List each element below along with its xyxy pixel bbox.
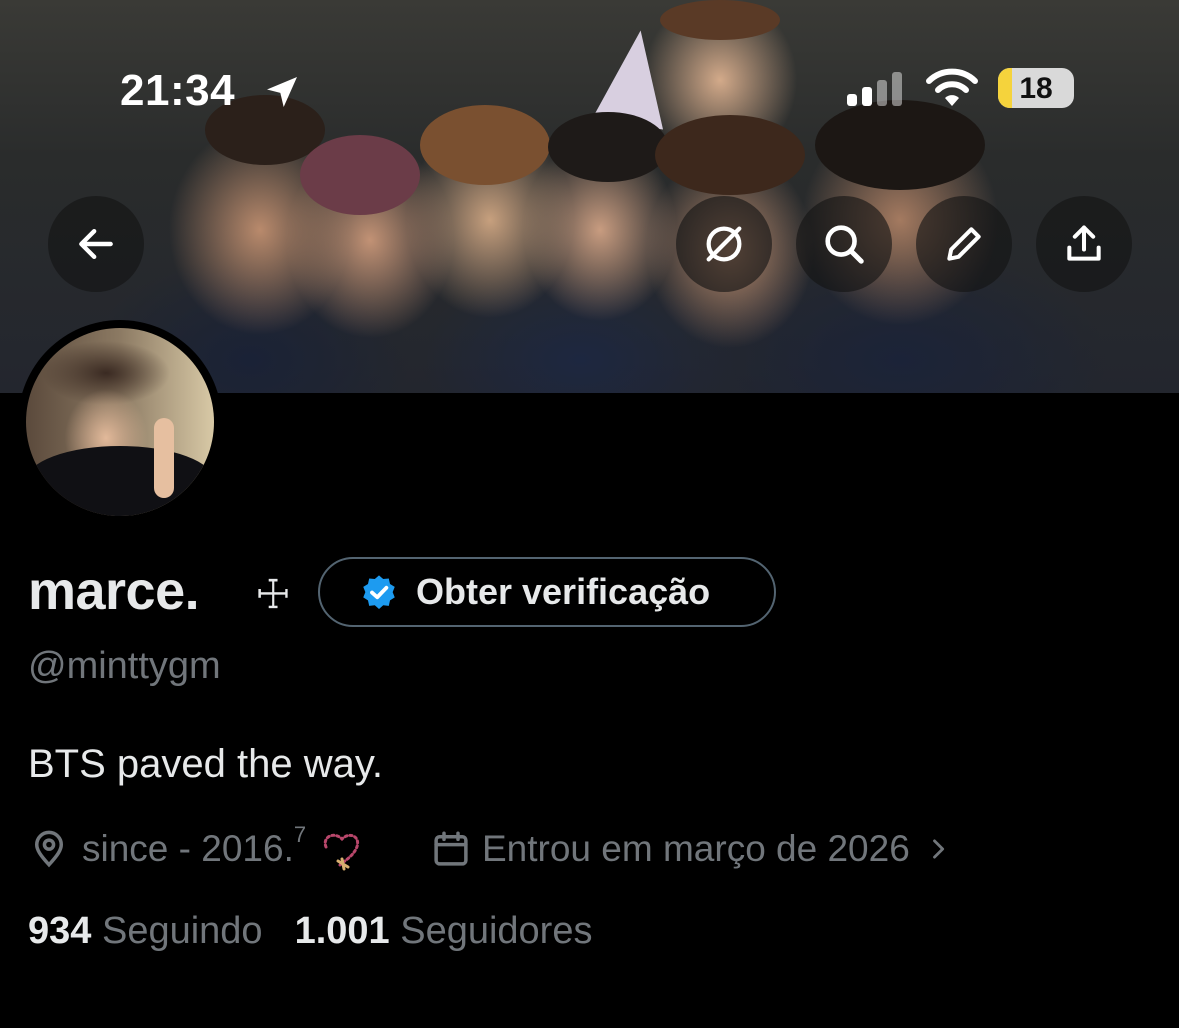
followers-label: Seguidores <box>400 910 593 952</box>
avatar-photo-detail <box>154 418 174 498</box>
stats-spacer <box>263 910 295 953</box>
following-label: Seguindo <box>101 910 263 952</box>
search-button[interactable] <box>796 196 892 292</box>
profile-avatar[interactable] <box>18 320 222 524</box>
cellular-signal-icon <box>847 72 902 106</box>
rosary-emoji-icon <box>323 833 360 871</box>
get-verified-button[interactable]: Obter verificação <box>318 557 776 627</box>
banner-photo-detail <box>655 115 805 195</box>
banner-photo-detail <box>660 0 780 40</box>
location-superscript: 7 <box>293 822 307 847</box>
profile-location: since - 2016. 7 <box>28 822 370 874</box>
location-text: since - 2016. <box>82 828 294 869</box>
location-pin-icon <box>34 830 64 868</box>
name-symbol: ☩ <box>255 572 291 618</box>
follow-stats: 934 Seguindo 1.001 Seguidores <box>28 910 592 953</box>
profile-handle: @minttygm <box>28 645 221 687</box>
banner-photo-detail <box>815 100 985 190</box>
chevron-right-icon <box>932 839 944 859</box>
get-verified-label: Obter verificação <box>416 571 711 612</box>
battery-indicator: 18 <box>998 68 1074 108</box>
share-button[interactable] <box>1036 196 1132 292</box>
hide-button[interactable] <box>676 196 772 292</box>
profile-banner[interactable]: 21:34 18 <box>0 0 1179 393</box>
display-name: marce. <box>28 561 200 621</box>
arrow-left-icon <box>79 228 113 260</box>
banner-photo-detail <box>548 112 668 182</box>
following-count: 934 <box>28 910 92 952</box>
profile-bio: BTS paved the way. <box>28 742 383 786</box>
edit-button[interactable] <box>916 196 1012 292</box>
banner-photo-detail <box>420 105 550 185</box>
hide-icon <box>706 226 742 262</box>
search-icon <box>825 225 864 264</box>
share-icon <box>1067 225 1101 261</box>
avatar-photo-detail <box>26 446 214 516</box>
profile-joined-date[interactable]: Entrou em março de 2026 <box>430 824 952 874</box>
wifi-icon <box>926 68 978 106</box>
battery-percentage: 18 <box>1019 72 1053 105</box>
following-link[interactable]: 934 Seguindo <box>28 910 263 953</box>
banner-photo-detail <box>300 135 420 215</box>
avatar-photo <box>26 328 214 516</box>
followers-count: 1.001 <box>294 910 390 952</box>
back-button[interactable] <box>48 196 144 292</box>
followers-link[interactable]: 1.001 Seguidores <box>295 910 593 953</box>
joined-text: Entrou em março de 2026 <box>482 828 910 869</box>
location-arrow-icon <box>267 77 297 107</box>
status-time: 21:34 <box>120 66 236 115</box>
verified-badge-icon <box>363 575 395 609</box>
edit-icon <box>947 227 981 261</box>
calendar-icon <box>434 831 468 866</box>
